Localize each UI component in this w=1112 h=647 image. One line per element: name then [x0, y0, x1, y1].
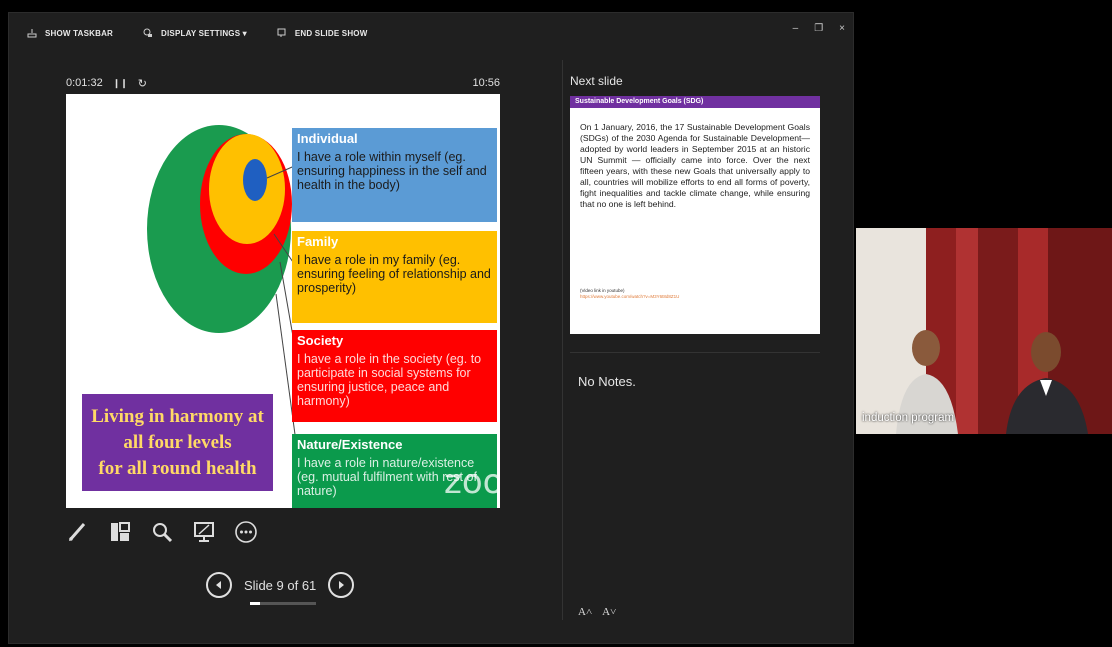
level-title: Nature/Existence [297, 437, 403, 452]
display-settings-label: DISPLAY SETTINGS ▾ [161, 28, 247, 38]
level-title: Society [297, 333, 344, 348]
current-slide: Individual I have a role within myself (… [66, 94, 500, 508]
video-feed [856, 228, 1112, 434]
timer-row: 0:01:32 ❙❙ ↻ 10:56 [66, 74, 500, 92]
elapsed-timer: 0:01:32 [66, 77, 103, 89]
chevron-right-icon [339, 581, 345, 589]
show-taskbar-button[interactable]: SHOW TASKBAR [27, 28, 113, 38]
magnifier-icon [153, 523, 173, 543]
taskbar-icon [27, 29, 37, 38]
show-taskbar-label: SHOW TASKBAR [45, 28, 114, 38]
next-slide-label: Next slide [570, 74, 623, 88]
increase-font-button[interactable]: A˄ [578, 606, 592, 618]
next-slide-preview[interactable]: Sustainable Development Goals (SDG) On 1… [570, 96, 820, 334]
display-settings-icon [143, 28, 153, 37]
chevron-left-icon [216, 581, 221, 589]
harmony-line-3: for all round health [98, 457, 257, 479]
pen-tool-button[interactable] [66, 520, 90, 544]
end-show-icon [277, 28, 286, 37]
close-button[interactable]: × [839, 23, 845, 34]
participant-video[interactable]: induction program [856, 228, 1112, 434]
reset-timer-button[interactable]: ↻ [138, 77, 147, 90]
next-slide-footer: (Video link in youtube) https://www.yout… [580, 288, 679, 300]
level-title: Individual [297, 131, 358, 146]
level-desc: I have a role within myself (eg. ensurin… [297, 150, 487, 192]
end-slide-show-button[interactable]: END SLIDE SHOW [277, 28, 368, 38]
zoom-slide-button[interactable] [150, 520, 174, 544]
level-desc: I have a role in the society (eg. to par… [297, 352, 482, 408]
individual-circle [243, 159, 267, 201]
clock: 10:56 [472, 77, 500, 89]
harmony-callout: Living in harmony at all four levels for… [82, 394, 273, 491]
participant-name: induction program [862, 412, 955, 424]
next-slide-header: Sustainable Development Goals (SDG) [570, 96, 820, 108]
end-slide-show-label: END SLIDE SHOW [294, 28, 368, 38]
next-slide-body: On 1 January, 2016, the 17 Sustainable D… [580, 122, 810, 209]
notes-pane[interactable] [570, 352, 820, 615]
slide-navigation: Slide 9 of 61 [206, 572, 355, 598]
slide-progress-fill [250, 602, 260, 605]
level-society: Society I have a role in the society (eg… [292, 330, 497, 422]
notes-font-controls: A˄ A˅ [578, 606, 616, 618]
screen-icon [194, 522, 214, 542]
pause-timer-button[interactable]: ❙❙ [113, 78, 128, 89]
pen-icon [68, 523, 86, 541]
zoom-watermark: zoom [444, 462, 500, 502]
display-settings-button[interactable]: DISPLAY SETTINGS ▾ [143, 28, 247, 38]
slide-counter[interactable]: Slide 9 of 61 [244, 578, 316, 593]
presenter-toolbar: SHOW TASKBAR DISPLAY SETTINGS ▾ END SLID… [9, 13, 853, 53]
harmony-line-1: Living in harmony at [91, 405, 264, 427]
decrease-font-button[interactable]: A˅ [602, 606, 616, 618]
level-desc: I have a role in my family (eg. ensuring… [297, 253, 491, 295]
restore-button[interactable]: ❐ [814, 23, 823, 34]
slide-tools [66, 520, 258, 544]
level-individual: Individual I have a role within myself (… [292, 128, 497, 222]
level-title: Family [297, 234, 339, 249]
minimize-button[interactable]: – [793, 23, 799, 34]
previous-slide-button[interactable] [206, 572, 232, 598]
more-options-button[interactable] [234, 520, 258, 544]
video-link[interactable]: https://www.youtube.com/watch?v=M3Y6t8d8… [580, 294, 679, 300]
level-family: Family I have a role in my family (eg. e… [292, 231, 497, 323]
pane-divider[interactable] [562, 60, 563, 620]
window-controls: – ❐ × [793, 23, 845, 34]
slide-progress-bar [250, 602, 316, 605]
screen-options-button[interactable] [192, 520, 216, 544]
speaker-notes: No Notes. [578, 374, 636, 389]
harmony-line-2: all four levels [123, 431, 232, 453]
next-slide-button[interactable] [328, 572, 355, 598]
see-all-slides-button[interactable] [108, 520, 132, 544]
slides-grid-icon [111, 522, 130, 541]
more-icon [235, 521, 257, 543]
